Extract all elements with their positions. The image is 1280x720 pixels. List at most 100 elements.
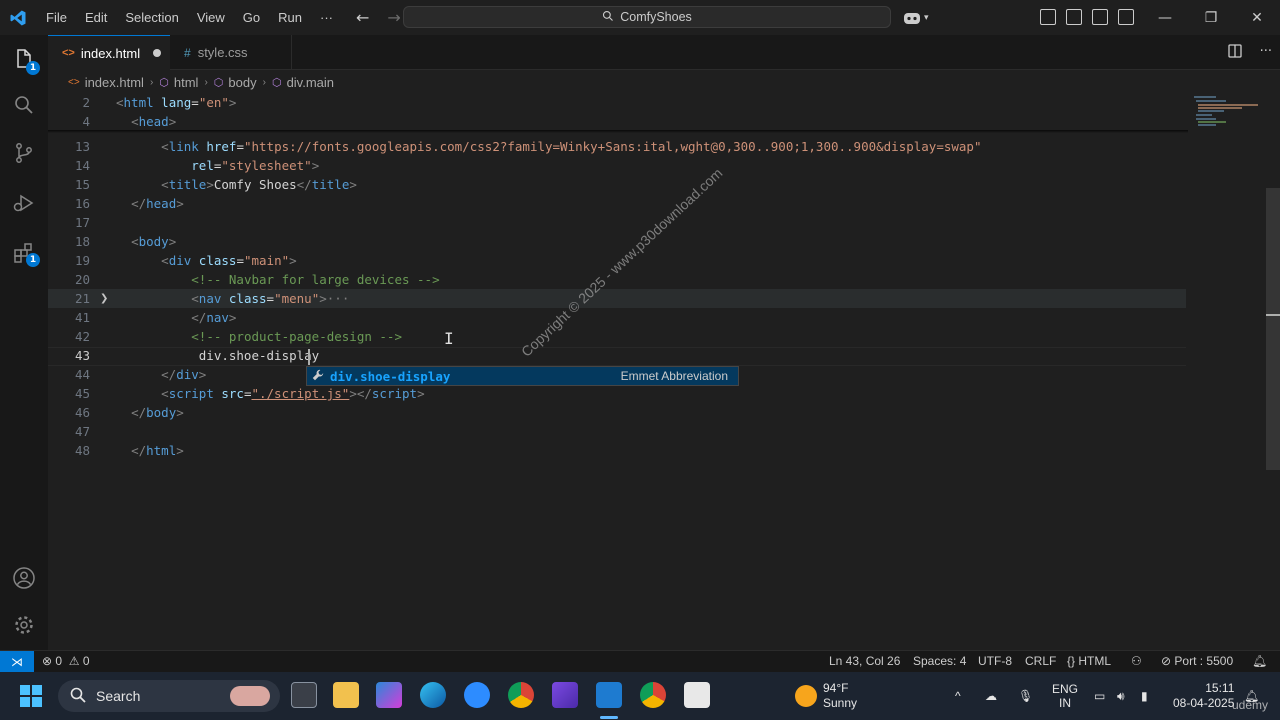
code-line[interactable]: 41 </nav>	[48, 308, 1188, 327]
notifications-bell-icon[interactable]: 🔔︎	[1252, 651, 1267, 672]
battery-icon[interactable]: ▮	[1141, 672, 1148, 720]
token: ></	[349, 386, 372, 401]
minimap-line	[1196, 114, 1212, 116]
problems-status[interactable]: ⊗ 0 ⚠ 0	[42, 651, 90, 672]
code-editor[interactable]: 2 <html lang="en"> 4 <head> 13 <link href="…	[48, 93, 1280, 650]
indentation-status[interactable]: Spaces: 4	[913, 651, 966, 672]
cursor-position[interactable]: Ln 43, Col 26	[829, 651, 900, 672]
code-line[interactable]: 46 </body>	[48, 403, 1188, 422]
weather-widget[interactable]: 94°F Sunny	[795, 672, 857, 720]
microphone-icon[interactable]: 🎙︎	[1018, 672, 1033, 720]
menu-view[interactable]: View	[188, 0, 234, 35]
more-actions-icon[interactable]: ···	[1260, 44, 1272, 62]
task-view-icon[interactable]	[291, 682, 317, 708]
close-icon[interactable]: ✕	[1234, 0, 1280, 35]
clock[interactable]: 15:11 08-04-2025	[1173, 672, 1234, 720]
zoom-icon[interactable]	[464, 682, 490, 708]
tab-style-css[interactable]: # style.css	[170, 35, 292, 70]
video-editor-icon[interactable]	[552, 682, 578, 708]
code-line[interactable]: 43 div.shoe-display	[48, 346, 1188, 365]
clock-date: 08-04-2025	[1173, 696, 1235, 710]
volume-icon[interactable]: 🔊︎	[1117, 672, 1125, 720]
tab-index-html[interactable]: <> index.html	[48, 35, 170, 70]
source-control-icon[interactable]	[12, 141, 36, 165]
vscode-taskbar-icon[interactable]	[596, 682, 622, 708]
menu-run[interactable]: Run	[269, 0, 311, 35]
fold-chevron-icon[interactable]: ❯	[100, 293, 108, 304]
code-line[interactable]: 13 <link href="https://fonts.googleapis.…	[48, 137, 1188, 156]
breadcrumb-div-main[interactable]: div.main	[287, 75, 334, 90]
code-line[interactable]: 48 </html>	[48, 441, 1188, 460]
language-mode[interactable]: {} HTML	[1067, 651, 1111, 672]
suggestion-item[interactable]: div.shoe-display Emmet Abbreviation	[307, 367, 738, 385]
menu-file[interactable]: File	[37, 0, 76, 35]
code-line[interactable]: 14 rel="stylesheet">	[48, 156, 1188, 175]
file-explorer-icon[interactable]	[333, 682, 359, 708]
chrome-icon[interactable]	[508, 682, 534, 708]
element-cube-icon: ⬡	[213, 76, 224, 89]
menu-edit[interactable]: Edit	[76, 0, 116, 35]
network-icon[interactable]: ▭	[1094, 672, 1105, 720]
token: </	[131, 196, 147, 211]
live-server-port[interactable]: ⊘ Port : 5500	[1161, 651, 1233, 672]
restore-icon[interactable]: ❐	[1188, 0, 1234, 35]
copilot-status-icon[interactable]: ⚇	[1131, 651, 1142, 672]
vertical-scrollbar[interactable]	[1266, 188, 1280, 470]
taskbar-search[interactable]: Search	[58, 680, 280, 712]
toggle-sidebar-icon[interactable]	[1066, 9, 1082, 25]
menu-selection[interactable]: Selection	[116, 0, 187, 35]
code-line[interactable]: 45 <script src="./script.js"></script>	[48, 384, 1188, 403]
toggle-secondary-sidebar-icon[interactable]	[1118, 9, 1134, 25]
code-line[interactable]: 21 <nav class="menu">···	[48, 289, 1188, 308]
breadcrumb-file[interactable]: index.html	[85, 75, 144, 90]
forward-arrow-icon[interactable]: →	[387, 8, 400, 27]
menu-go[interactable]: Go	[234, 0, 269, 35]
token: <!-- product-page-design -->	[191, 329, 402, 344]
token: src	[221, 386, 244, 401]
toggle-panel-icon[interactable]	[1092, 9, 1108, 25]
eol-status[interactable]: CRLF	[1025, 651, 1056, 672]
minimize-icon[interactable]: —	[1142, 0, 1188, 35]
remote-window-icon[interactable]: ⋊	[0, 651, 34, 672]
windows-start-icon[interactable]	[20, 685, 42, 707]
customize-layout-icon[interactable]	[1040, 9, 1056, 25]
cloud-icon[interactable]: ☁	[985, 672, 997, 720]
minimap[interactable]	[1190, 93, 1266, 650]
breadcrumb-html[interactable]: html	[174, 75, 199, 90]
snipping-tool-icon[interactable]	[684, 682, 710, 708]
code-line[interactable]: 17	[48, 213, 1188, 232]
vscode-logo-icon	[0, 0, 35, 35]
command-center[interactable]: ComfyShoes	[403, 6, 891, 28]
menu-more[interactable]: ···	[311, 0, 342, 35]
back-arrow-icon[interactable]: ←	[356, 8, 369, 27]
line-number: 48	[74, 443, 90, 458]
show-hidden-icons-chevron-icon[interactable]: ^	[955, 672, 961, 720]
encoding-status[interactable]: UTF-8	[978, 651, 1012, 672]
line-text: </div>	[116, 365, 206, 384]
search-icon[interactable]	[12, 93, 36, 117]
code-line[interactable]: 2 <html lang="en">	[48, 93, 1188, 112]
manage-gear-icon[interactable]	[12, 613, 36, 637]
weather-desc: Sunny	[823, 696, 858, 710]
split-editor-icon[interactable]	[1227, 44, 1242, 62]
code-line[interactable]: 18 <body>	[48, 232, 1188, 251]
token: >	[176, 405, 184, 420]
notification-center-icon[interactable]: 🔔︎	[1244, 672, 1259, 720]
edge-icon[interactable]	[420, 682, 446, 708]
token: href	[206, 139, 237, 154]
token: <	[161, 139, 169, 154]
unsaved-dot-icon[interactable]	[153, 49, 162, 57]
code-line[interactable]: 15 <title>Comfy Shoes</title>	[48, 175, 1188, 194]
code-line[interactable]: 47	[48, 422, 1188, 441]
copilot-icon[interactable]: ▾	[902, 8, 934, 28]
run-debug-icon[interactable]	[12, 191, 36, 215]
copilot-app-icon[interactable]	[376, 682, 402, 708]
code-line[interactable]: 16 </head>	[48, 194, 1188, 213]
chrome-profile-icon[interactable]	[640, 682, 666, 708]
tab-actions: ···	[1227, 44, 1272, 62]
code-line[interactable]: 4 <head>	[48, 112, 1188, 131]
code-line[interactable]: 42 <!-- product-page-design -->	[48, 327, 1188, 346]
input-language[interactable]: ENG IN	[1052, 672, 1078, 720]
account-icon[interactable]	[12, 566, 36, 590]
breadcrumb-body[interactable]: body	[228, 75, 256, 90]
